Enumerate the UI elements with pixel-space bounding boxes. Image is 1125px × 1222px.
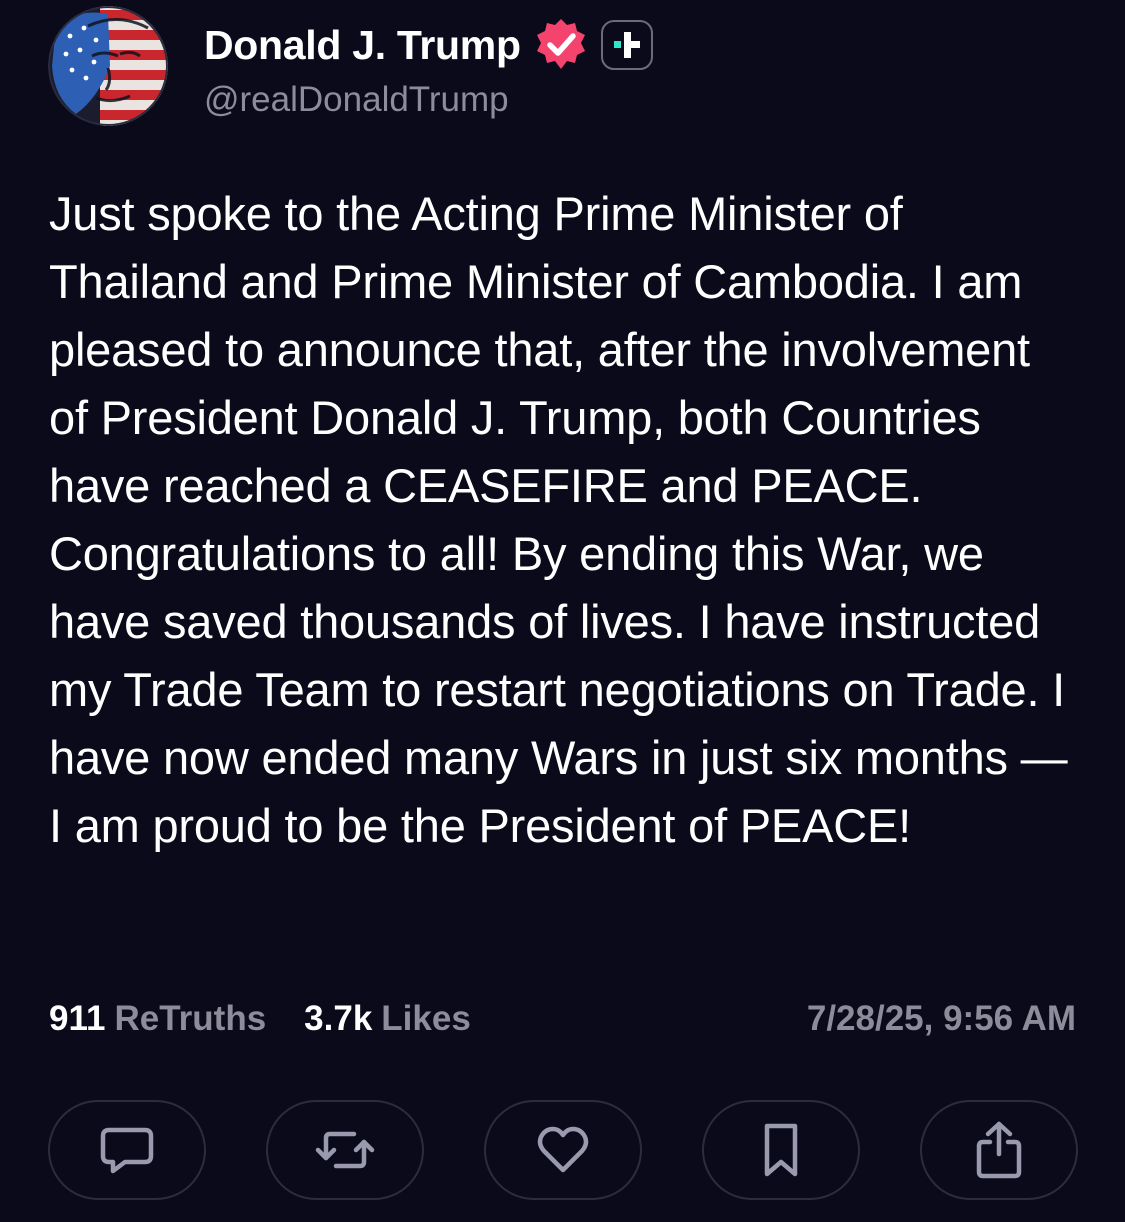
display-name[interactable]: Donald J. Trump	[204, 22, 521, 69]
retruths-count: 911	[49, 999, 106, 1038]
likes-label: Likes	[381, 999, 471, 1038]
heart-icon	[537, 1126, 589, 1173]
likes-count: 3.7k	[304, 999, 373, 1038]
plus-badge	[600, 20, 653, 70]
post-text: Just spoke to the Acting Prime Minister …	[49, 187, 1068, 852]
retruths-label: ReTruths	[114, 999, 267, 1038]
bookmark-icon	[764, 1123, 798, 1177]
name-row: Donald J. Trump	[204, 17, 653, 73]
action-bar	[48, 1100, 1078, 1200]
avatar-flag-portrait-icon	[48, 6, 168, 126]
retruths-stat[interactable]: 911 ReTruths	[49, 999, 266, 1039]
reply-button[interactable]	[48, 1100, 206, 1200]
share-button[interactable]	[920, 1100, 1078, 1200]
retruth-button[interactable]	[266, 1100, 424, 1200]
comment-icon	[100, 1127, 154, 1174]
share-icon	[976, 1121, 1022, 1179]
avatar[interactable]	[48, 6, 168, 126]
bookmark-button[interactable]	[702, 1100, 860, 1200]
post-stats: 911 ReTruths 3.7k Likes 7/28/25, 9:56 AM	[49, 995, 1076, 1043]
plus-icon	[613, 32, 640, 58]
verified-badge-icon	[533, 17, 589, 73]
likes-stat[interactable]: 3.7k Likes	[304, 999, 471, 1039]
post-header: Donald J. Trump @realDonaldTrump	[48, 6, 1078, 128]
like-button[interactable]	[484, 1100, 642, 1200]
repost-icon	[315, 1131, 375, 1169]
post-timestamp: 7/28/25, 9:56 AM	[806, 999, 1076, 1038]
author-handle[interactable]: @realDonaldTrump	[204, 80, 509, 120]
